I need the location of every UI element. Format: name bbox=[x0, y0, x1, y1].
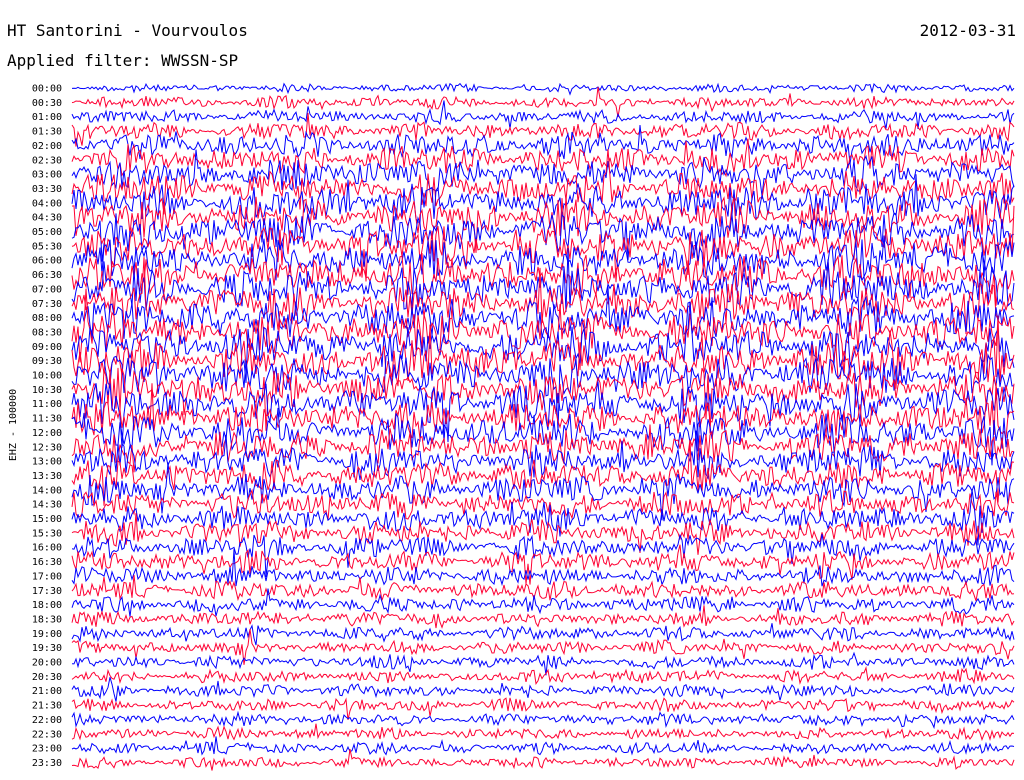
row-label: 02:00 bbox=[32, 141, 62, 152]
seismic-trace bbox=[71, 82, 1015, 96]
row-label: 14:30 bbox=[32, 500, 62, 511]
row-label: 09:00 bbox=[32, 342, 62, 353]
row-label: 05:00 bbox=[32, 227, 62, 238]
row-label: 16:00 bbox=[32, 543, 62, 554]
row-label: 01:30 bbox=[32, 127, 62, 138]
row-label: 22:00 bbox=[32, 715, 62, 726]
seismic-trace bbox=[71, 710, 1015, 730]
row-label: 08:00 bbox=[32, 313, 62, 324]
seismic-trace bbox=[71, 723, 1015, 742]
row-label: 08:30 bbox=[32, 327, 62, 338]
seismic-trace bbox=[71, 666, 1015, 686]
seismic-trace bbox=[71, 651, 1015, 676]
seismic-trace bbox=[71, 605, 1015, 629]
row-label: 22:30 bbox=[32, 729, 62, 740]
row-label: 18:30 bbox=[32, 614, 62, 625]
seismic-trace bbox=[71, 86, 1015, 118]
row-label: 17:30 bbox=[32, 586, 62, 597]
row-label: 09:30 bbox=[32, 356, 62, 367]
row-label: 10:30 bbox=[32, 385, 62, 396]
chart-subtitle: Applied filter: WWSSN-SP bbox=[7, 51, 238, 70]
row-label: 05:30 bbox=[32, 241, 62, 252]
row-label: 12:00 bbox=[32, 428, 62, 439]
row-label: 21:00 bbox=[32, 686, 62, 697]
row-label-group: 00:00 00:30 01:00 01:30 02:00 02:30 03:00 03:30… bbox=[32, 84, 62, 769]
row-label: 07:30 bbox=[32, 299, 62, 310]
row-label: 01:00 bbox=[32, 112, 62, 123]
y-axis-label: EHZ - 100000 bbox=[8, 389, 19, 461]
seismic-trace bbox=[71, 549, 1015, 587]
row-label: 11:00 bbox=[32, 399, 62, 410]
row-label: 23:00 bbox=[32, 744, 62, 755]
seismic-trace bbox=[71, 623, 1015, 646]
row-label: 17:00 bbox=[32, 571, 62, 582]
row-label: 14:00 bbox=[32, 485, 62, 496]
row-label: 18:00 bbox=[32, 600, 62, 611]
row-label: 02:30 bbox=[32, 155, 62, 166]
seismic-trace bbox=[71, 736, 1015, 756]
row-label: 23:30 bbox=[32, 758, 62, 769]
row-label: 20:30 bbox=[32, 672, 62, 683]
row-label: 03:30 bbox=[32, 184, 62, 195]
seismic-trace bbox=[71, 235, 1015, 281]
row-label: 06:30 bbox=[32, 270, 62, 281]
row-label: 04:00 bbox=[32, 198, 62, 209]
chart-title: HT Santorini - Vourvoulos bbox=[7, 21, 248, 40]
row-label: 07:00 bbox=[32, 284, 62, 295]
helicorder-plot: HT Santorini - Vourvoulos 2012-03-31 App… bbox=[7, 21, 1016, 771]
seismic-trace bbox=[71, 489, 1015, 546]
row-label: 00:00 bbox=[32, 84, 62, 95]
seismic-trace bbox=[71, 677, 1015, 702]
row-label: 12:30 bbox=[32, 442, 62, 453]
row-label: 15:00 bbox=[32, 514, 62, 525]
row-label: 21:30 bbox=[32, 701, 62, 712]
row-label: 10:00 bbox=[32, 371, 62, 382]
row-label: 16:30 bbox=[32, 557, 62, 568]
row-label: 00:30 bbox=[32, 98, 62, 109]
row-label: 03:00 bbox=[32, 170, 62, 181]
row-label: 13:00 bbox=[32, 457, 62, 468]
row-label: 06:00 bbox=[32, 256, 62, 267]
row-label: 15:30 bbox=[32, 528, 62, 539]
seismic-trace bbox=[71, 588, 1015, 617]
trace-group bbox=[71, 82, 1015, 771]
row-label: 19:30 bbox=[32, 643, 62, 654]
seismic-trace bbox=[71, 575, 1015, 602]
row-label: 19:00 bbox=[32, 629, 62, 640]
chart-date: 2012-03-31 bbox=[920, 21, 1016, 40]
row-label: 04:30 bbox=[32, 213, 62, 224]
row-label: 20:00 bbox=[32, 658, 62, 669]
row-label: 11:30 bbox=[32, 414, 62, 425]
row-label: 13:30 bbox=[32, 471, 62, 482]
